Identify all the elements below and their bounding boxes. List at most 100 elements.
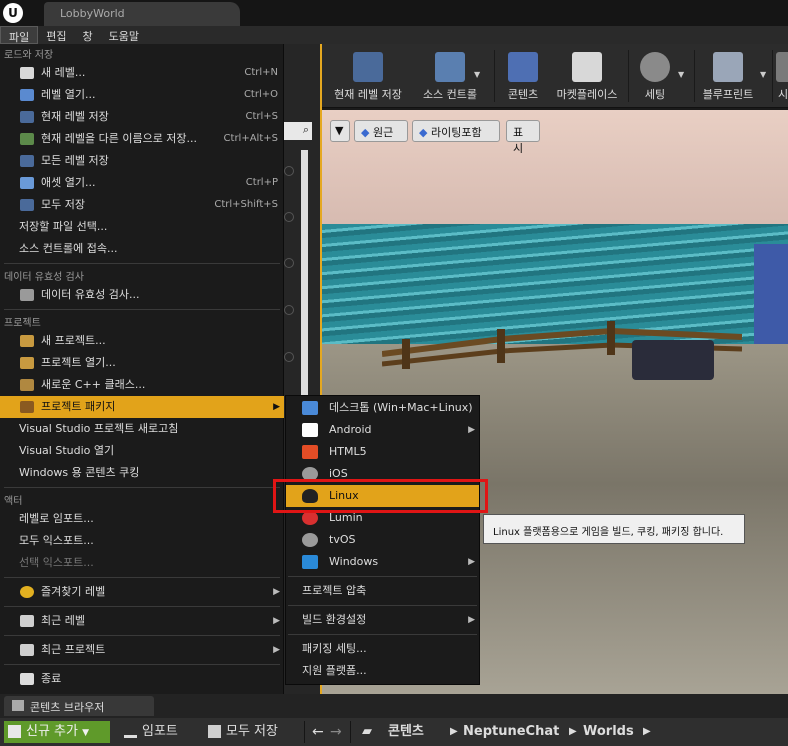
menu-favorite-levels-label: 즐겨찾기 레벨 [41, 585, 106, 598]
menu-open-asset[interactable]: 애셋 열기... Ctrl+P [0, 172, 284, 194]
panel-search-box[interactable]: ⌕ [284, 122, 312, 140]
new-file-icon [8, 725, 21, 738]
submenu-packaging-settings[interactable]: 패키징 세팅... [286, 638, 479, 660]
history-forward-icon[interactable]: → [330, 721, 342, 743]
menu-cook-windows[interactable]: Windows 용 콘텐츠 쿠킹 [0, 462, 284, 484]
submenu-desktop-label: 데스크톱 (Win+Mac+Linux) [329, 401, 473, 414]
submenu-desktop[interactable]: 데스크톱 (Win+Mac+Linux) [286, 397, 479, 419]
lit-mode-button[interactable]: ◆ 라이팅포함 [412, 120, 500, 142]
content-browser-tab[interactable]: 콘텐츠 브라우저 [4, 696, 154, 716]
perspective-button[interactable]: ◆ 원근 [354, 120, 408, 142]
breadcrumb-separator-icon: ▶ [643, 726, 651, 737]
breadcrumb-separator-icon: ▶ [450, 726, 458, 737]
settings-button[interactable]: 세팅 [634, 48, 676, 106]
menu-validate-data[interactable]: 데이터 유효성 검사... [0, 284, 284, 306]
submenu-arrow-icon: ▶ [468, 557, 475, 567]
submenu-supported-platforms[interactable]: 지원 플랫폼... [286, 660, 479, 682]
menu-new-project-label: 새 프로젝트... [41, 334, 106, 347]
menu-divider [4, 635, 280, 636]
blueprints-dropdown-icon[interactable]: ▼ [760, 70, 766, 79]
submenu-html5[interactable]: HTML5 [286, 441, 479, 463]
submenu-android[interactable]: Android ▶ [286, 419, 479, 441]
menu-save-all-levels[interactable]: 모든 레벨 저장 [0, 150, 284, 172]
content-button[interactable]: 콘텐츠 [500, 48, 546, 106]
shortcut-label: Ctrl+Alt+S [223, 133, 278, 144]
breadcrumb-worlds[interactable]: Worlds [583, 721, 634, 743]
menu-export-selected: 선택 익스포트... [19, 556, 94, 569]
viewport-toolbar: ▼ ◆ 원근 ◆ 라이팅포함 표시 [322, 120, 788, 155]
breadcrumb-separator-icon: ▶ [569, 726, 577, 737]
settings-dropdown-icon[interactable]: ▼ [678, 70, 684, 79]
menu-recent-projects[interactable]: 최근 프로젝트 ▶ [0, 639, 284, 661]
menu-window[interactable]: 창 [75, 26, 101, 44]
menu-new-level[interactable]: 새 레벨... Ctrl+N [0, 62, 284, 84]
content-browser-icon [12, 700, 24, 711]
menu-save-level-as[interactable]: 현재 레벨을 다른 이름으로 저장... Ctrl+Alt+S [0, 128, 284, 150]
menu-save-current-level-label: 현재 레벨 저장 [41, 110, 109, 123]
menu-open-level[interactable]: 레벨 열기... Ctrl+O [0, 84, 284, 106]
source-control-label: 소스 컨트롤 [422, 88, 478, 101]
menu-open-level-label: 레벨 열기... [41, 88, 96, 101]
save-all-button[interactable]: 모두 저장 [204, 721, 296, 743]
submenu-build-configuration[interactable]: 빌드 환경설정 ▶ [286, 609, 479, 631]
save-all-levels-icon [20, 155, 34, 167]
menu-refresh-vs-project[interactable]: Visual Studio 프로젝트 새로고침 [0, 418, 284, 440]
menu-open-project[interactable]: 프로젝트 열기... [0, 352, 284, 374]
add-new-label: 신규 추가 [26, 724, 78, 739]
menu-divider [288, 634, 477, 635]
help-icon [284, 352, 294, 362]
menu-connect-source-control[interactable]: 소스 컨트롤에 접속... [0, 238, 284, 260]
android-icon [302, 423, 318, 437]
breadcrumb-content[interactable]: 콘텐츠 [388, 721, 424, 743]
windows-logo-icon [302, 555, 318, 569]
source-control-dropdown-icon[interactable]: ▼ [474, 70, 480, 79]
menu-export-all[interactable]: 모두 익스포트... [0, 530, 284, 552]
add-new-button[interactable]: 신규 추가 ▼ [4, 721, 110, 743]
panel-scrollbar[interactable] [301, 150, 308, 400]
menu-save-all[interactable]: 모두 저장 Ctrl+Shift+S [0, 194, 284, 216]
settings-label: 세팅 [644, 88, 666, 101]
submenu-tvos[interactable]: tvOS [286, 529, 479, 551]
menu-open-project-label: 프로젝트 열기... [41, 356, 116, 369]
menu-edit[interactable]: 편집 [38, 26, 74, 44]
submenu-windows[interactable]: Windows ▶ [286, 551, 479, 573]
menu-divider [4, 309, 280, 310]
import-label: 임포트 [142, 724, 178, 739]
star-icon [20, 586, 34, 598]
menu-favorite-levels[interactable]: 즐겨찾기 레벨 ▶ [0, 581, 284, 603]
show-button[interactable]: 표시 [506, 120, 540, 155]
breadcrumb-neptunechat[interactable]: NeptuneChat [463, 721, 559, 743]
history-back-icon[interactable]: ← [312, 721, 324, 743]
toolbar-divider [772, 50, 773, 102]
menu-new-cpp-class[interactable]: 새로운 C++ 클래스... [0, 374, 284, 396]
menu-new-cpp-class-label: 새로운 C++ 클래스... [41, 378, 146, 391]
folder-icon: ▰ [362, 724, 372, 739]
toolbar-divider [494, 50, 495, 102]
save-current-level-button[interactable]: 현재 레벨 저장 [328, 48, 408, 106]
cinematics-button[interactable]: 시 [776, 48, 788, 106]
menu-package-project[interactable]: 프로젝트 패키지 ▶ [0, 396, 284, 418]
validate-data-icon [20, 289, 34, 301]
viewport-options-button[interactable]: ▼ [330, 120, 350, 142]
menu-help[interactable]: 도움말 [101, 26, 147, 44]
cinematics-label: 시 [777, 88, 788, 101]
content-browser-tab-label: 콘텐츠 브라우저 [30, 701, 105, 714]
level-tab[interactable]: LobbyWorld [44, 2, 240, 26]
help-icon [284, 212, 294, 222]
marketplace-button[interactable]: 마켓플레이스 [550, 48, 624, 106]
submenu-zip-project[interactable]: 프로젝트 압축 [286, 580, 479, 602]
menu-file[interactable]: 파일 [0, 26, 39, 44]
submenu-build-configuration-label: 빌드 환경설정 [302, 613, 367, 626]
section-actor: 액터 [4, 496, 23, 507]
menu-recent-levels[interactable]: 최근 레벨 ▶ [0, 610, 284, 632]
menu-save-current-level[interactable]: 현재 레벨 저장 Ctrl+S [0, 106, 284, 128]
menu-open-visual-studio[interactable]: Visual Studio 열기 [0, 440, 284, 462]
save-icon [20, 111, 34, 123]
menu-choose-files-to-save[interactable]: 저장할 파일 선택... [0, 216, 284, 238]
menu-new-project[interactable]: 새 프로젝트... [0, 330, 284, 352]
perspective-icon: ◆ [361, 126, 370, 139]
menu-exit[interactable]: 종료 [0, 668, 284, 690]
menu-import-into-level[interactable]: 레벨로 임포트... [0, 508, 284, 530]
import-button[interactable]: 임포트 [120, 721, 196, 743]
blueprints-button[interactable]: 블루프린트 [698, 48, 758, 106]
